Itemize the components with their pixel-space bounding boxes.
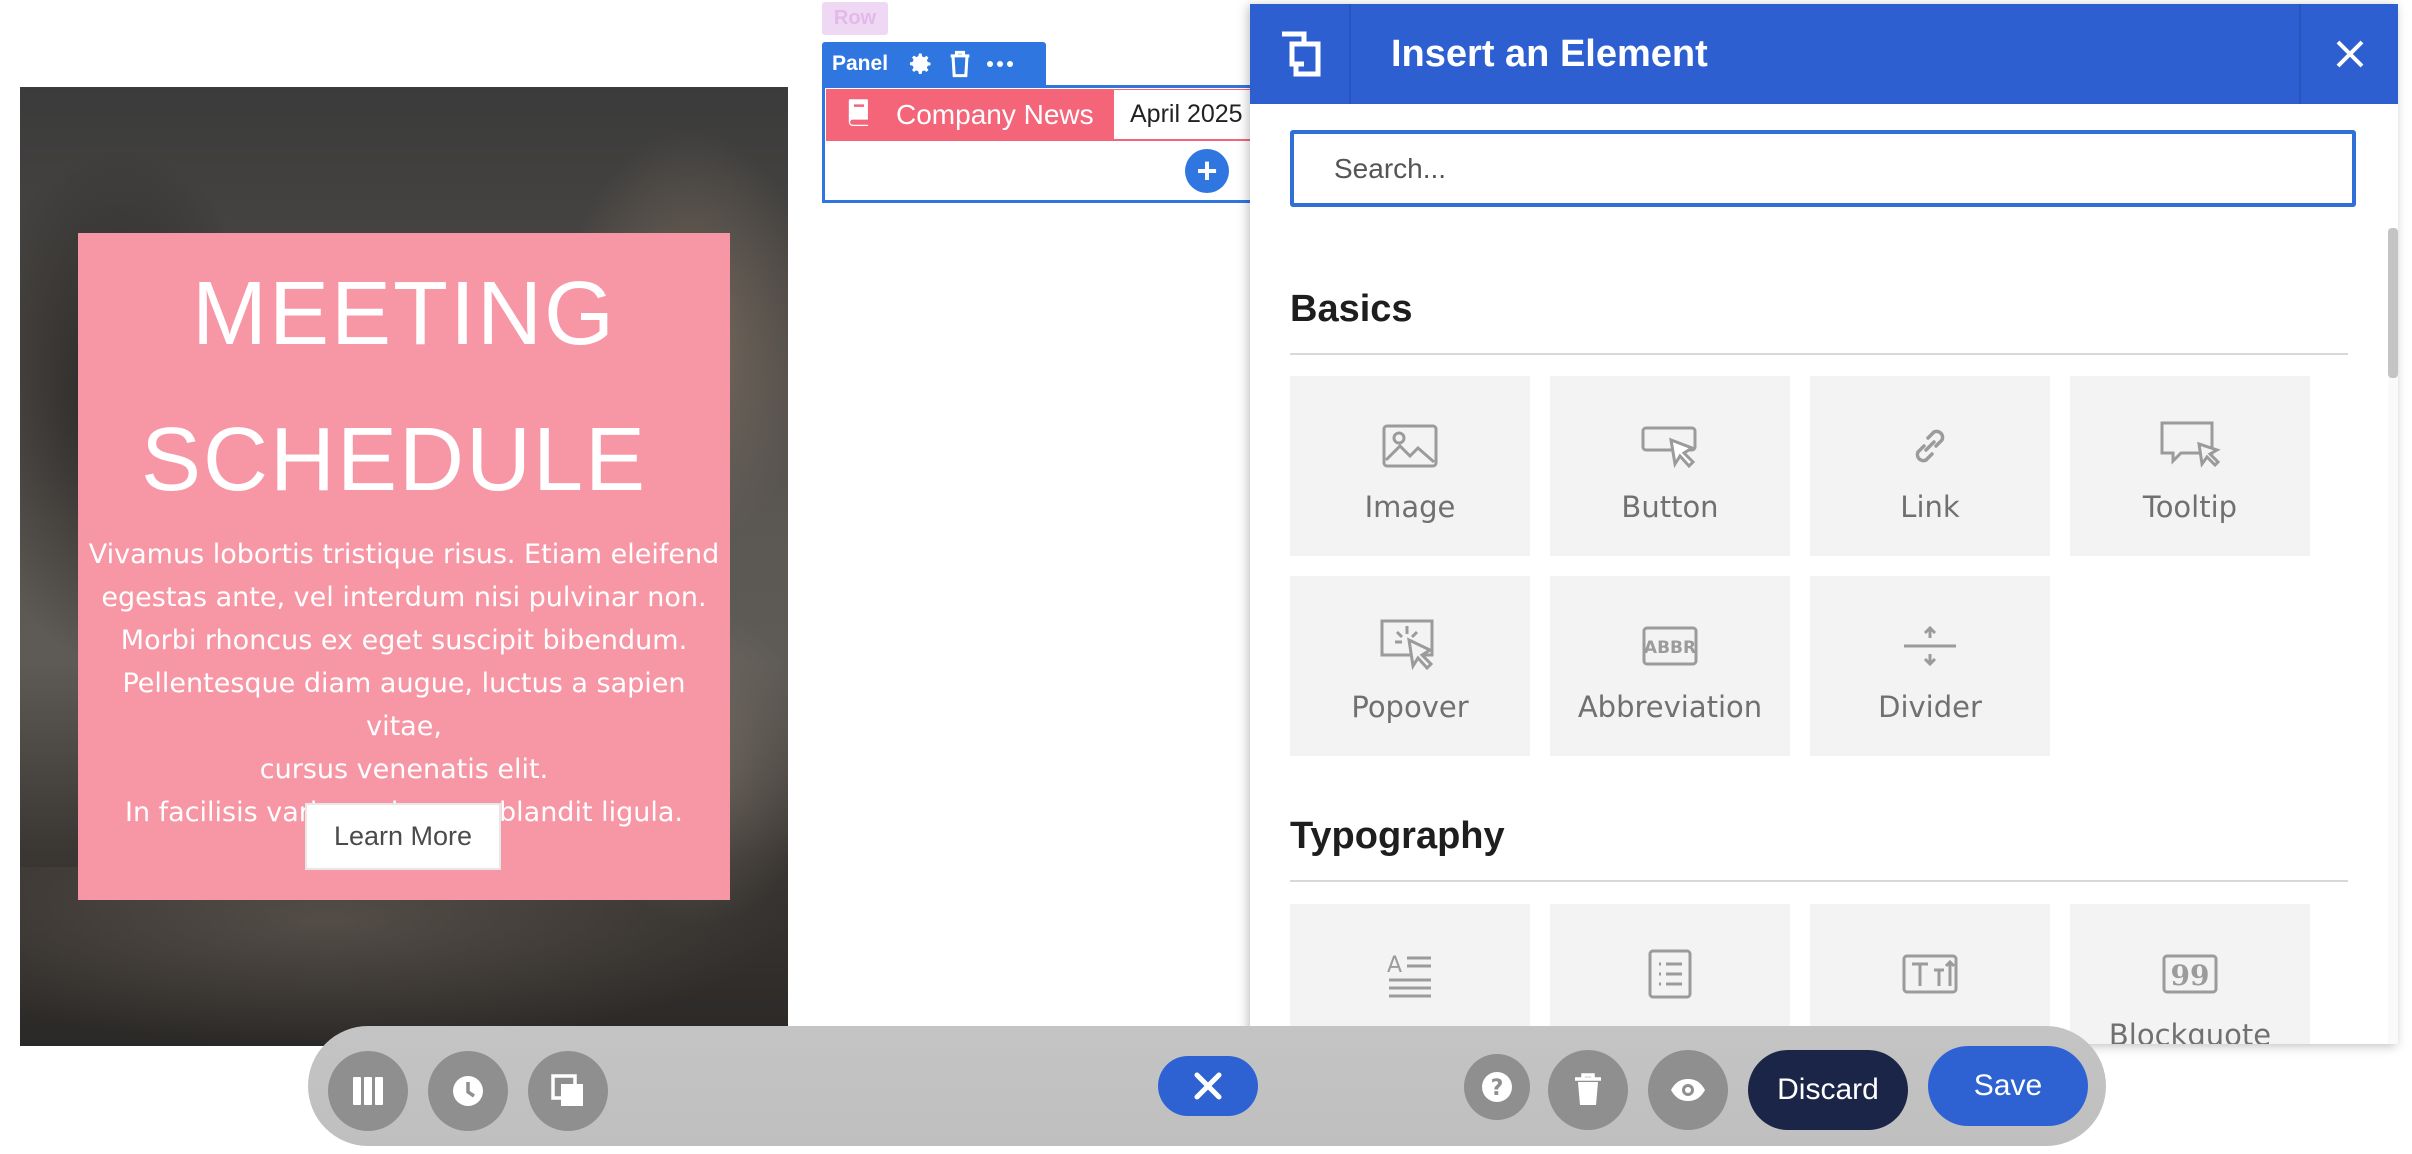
divider-icon <box>1902 620 1958 672</box>
element-tile-label: Divider <box>1878 690 1982 724</box>
blockquote-icon: 99 <box>2162 948 2218 1000</box>
section-title-basics: Basics <box>1290 288 1413 330</box>
section-divider <box>1290 880 2348 882</box>
element-tile-blockquote[interactable]: 99 Blockquote <box>2070 904 2310 1044</box>
element-tile-list[interactable] <box>1550 904 1790 1044</box>
element-tile-image[interactable]: Image <box>1290 376 1530 556</box>
book-icon <box>846 98 872 133</box>
gear-icon[interactable] <box>906 50 934 78</box>
layers-icon[interactable] <box>528 1051 608 1131</box>
section-title-typography: Typography <box>1290 815 1505 857</box>
element-tile-label: Link <box>1900 490 1960 524</box>
tab-company-news[interactable]: Company News <box>826 89 1114 141</box>
dialog-scrollbar-thumb[interactable] <box>2388 228 2398 378</box>
list-doc-icon <box>1648 948 1692 1000</box>
columns-icon[interactable] <box>328 1051 408 1131</box>
bottom-toolbar: ? Discard Save <box>308 1026 2106 1146</box>
trash-icon[interactable] <box>948 50 972 78</box>
tab-company-news-label: Company News <box>896 99 1094 130</box>
link-icon <box>1906 420 1954 472</box>
element-tile-label: Blockquote <box>2108 1018 2272 1044</box>
element-tile-label: Abbreviation <box>1577 690 1763 724</box>
close-icon[interactable] <box>2299 4 2398 104</box>
svg-text:?: ? <box>1491 1076 1504 1101</box>
element-tile-popover[interactable]: Popover <box>1290 576 1530 756</box>
add-element-button[interactable]: + <box>1185 149 1229 193</box>
tooltip-icon <box>2159 420 2221 472</box>
dialog-header: Insert an Element <box>1250 4 2398 104</box>
button-cursor-icon <box>1641 420 1699 472</box>
preview-eye-icon[interactable] <box>1648 1050 1728 1130</box>
element-tile-label: Button <box>1621 490 1719 524</box>
text-size-icon <box>1902 948 1958 1000</box>
element-tile-button[interactable]: Button <box>1550 376 1790 556</box>
element-tile-heading[interactable] <box>1810 904 2050 1044</box>
tab-april-2025[interactable]: April 2025 <box>1114 89 1252 141</box>
help-icon[interactable]: ? <box>1464 1054 1530 1120</box>
svg-text:A: A <box>1387 953 1402 978</box>
search-input[interactable] <box>1290 130 2356 207</box>
abbr-icon: ABBR <box>1642 620 1698 672</box>
builder-logo-icon <box>1250 4 1351 104</box>
text-align-icon: A <box>1385 948 1435 1000</box>
hero-body-line: egestas ante, vel interdum nisi pulvinar… <box>101 582 707 613</box>
hero-body-line: Morbi rhoncus ex eget suscipit bibendum. <box>120 625 688 656</box>
hero-body-line: Vivamus lobortis tristique risus. Etiam … <box>88 539 720 570</box>
hero-title-line-2[interactable]: SCHEDULE <box>68 415 720 505</box>
trash-icon[interactable] <box>1548 1050 1628 1130</box>
hero-body-line: Pellentesque diam augue, luctus a sapien… <box>122 668 686 742</box>
image-icon <box>1382 420 1438 472</box>
element-catalog[interactable]: Basics Image Button Link Tooltip Popover… <box>1250 228 2398 1044</box>
element-tile-label: Tooltip <box>2142 490 2238 524</box>
learn-more-button[interactable]: Learn More <box>305 803 501 870</box>
row-label-tag[interactable]: Row <box>822 2 888 35</box>
tab-april-2025-label: April 2025 <box>1130 100 1243 128</box>
hero-title-line-1[interactable]: MEETING <box>78 269 730 359</box>
popover-icon <box>1379 619 1441 672</box>
section-divider <box>1290 353 2348 355</box>
element-tile-label: Popover <box>1351 690 1469 724</box>
dialog-title: Insert an Element <box>1391 32 1708 75</box>
close-icon[interactable] <box>1158 1056 1258 1116</box>
discard-button[interactable]: Discard <box>1748 1050 1908 1130</box>
svg-text:99: 99 <box>2171 959 2210 992</box>
element-tile-text[interactable]: A <box>1290 904 1530 1044</box>
element-tile-abbreviation[interactable]: ABBR Abbreviation <box>1550 576 1790 756</box>
page: MEETING SCHEDULE Vivamus lobortis tristi… <box>0 0 2412 1154</box>
hero-section[interactable]: MEETING SCHEDULE Vivamus lobortis tristi… <box>20 87 788 1046</box>
element-tile-label: Image <box>1364 490 1456 524</box>
panel-label[interactable]: Panel <box>832 52 888 76</box>
svg-text:ABBR: ABBR <box>1644 638 1696 658</box>
hero-body-text[interactable]: Vivamus lobortis tristique risus. Etiam … <box>88 533 720 834</box>
hero-body-line: cursus venenatis elit. <box>259 754 549 785</box>
search-area <box>1250 104 2398 228</box>
panel-toolbar[interactable]: Panel <box>822 42 1046 85</box>
element-tile-divider[interactable]: Divider <box>1810 576 2050 756</box>
save-button[interactable]: Save <box>1928 1046 2088 1126</box>
hero-content-box[interactable]: MEETING SCHEDULE Vivamus lobortis tristi… <box>78 233 730 900</box>
element-tile-tooltip[interactable]: Tooltip <box>2070 376 2310 556</box>
element-tile-link[interactable]: Link <box>1810 376 2050 556</box>
more-dots-icon[interactable] <box>986 60 1014 68</box>
history-clock-icon[interactable] <box>428 1051 508 1131</box>
insert-element-dialog[interactable]: Insert an Element Basics Image Bu <box>1250 4 2398 1044</box>
